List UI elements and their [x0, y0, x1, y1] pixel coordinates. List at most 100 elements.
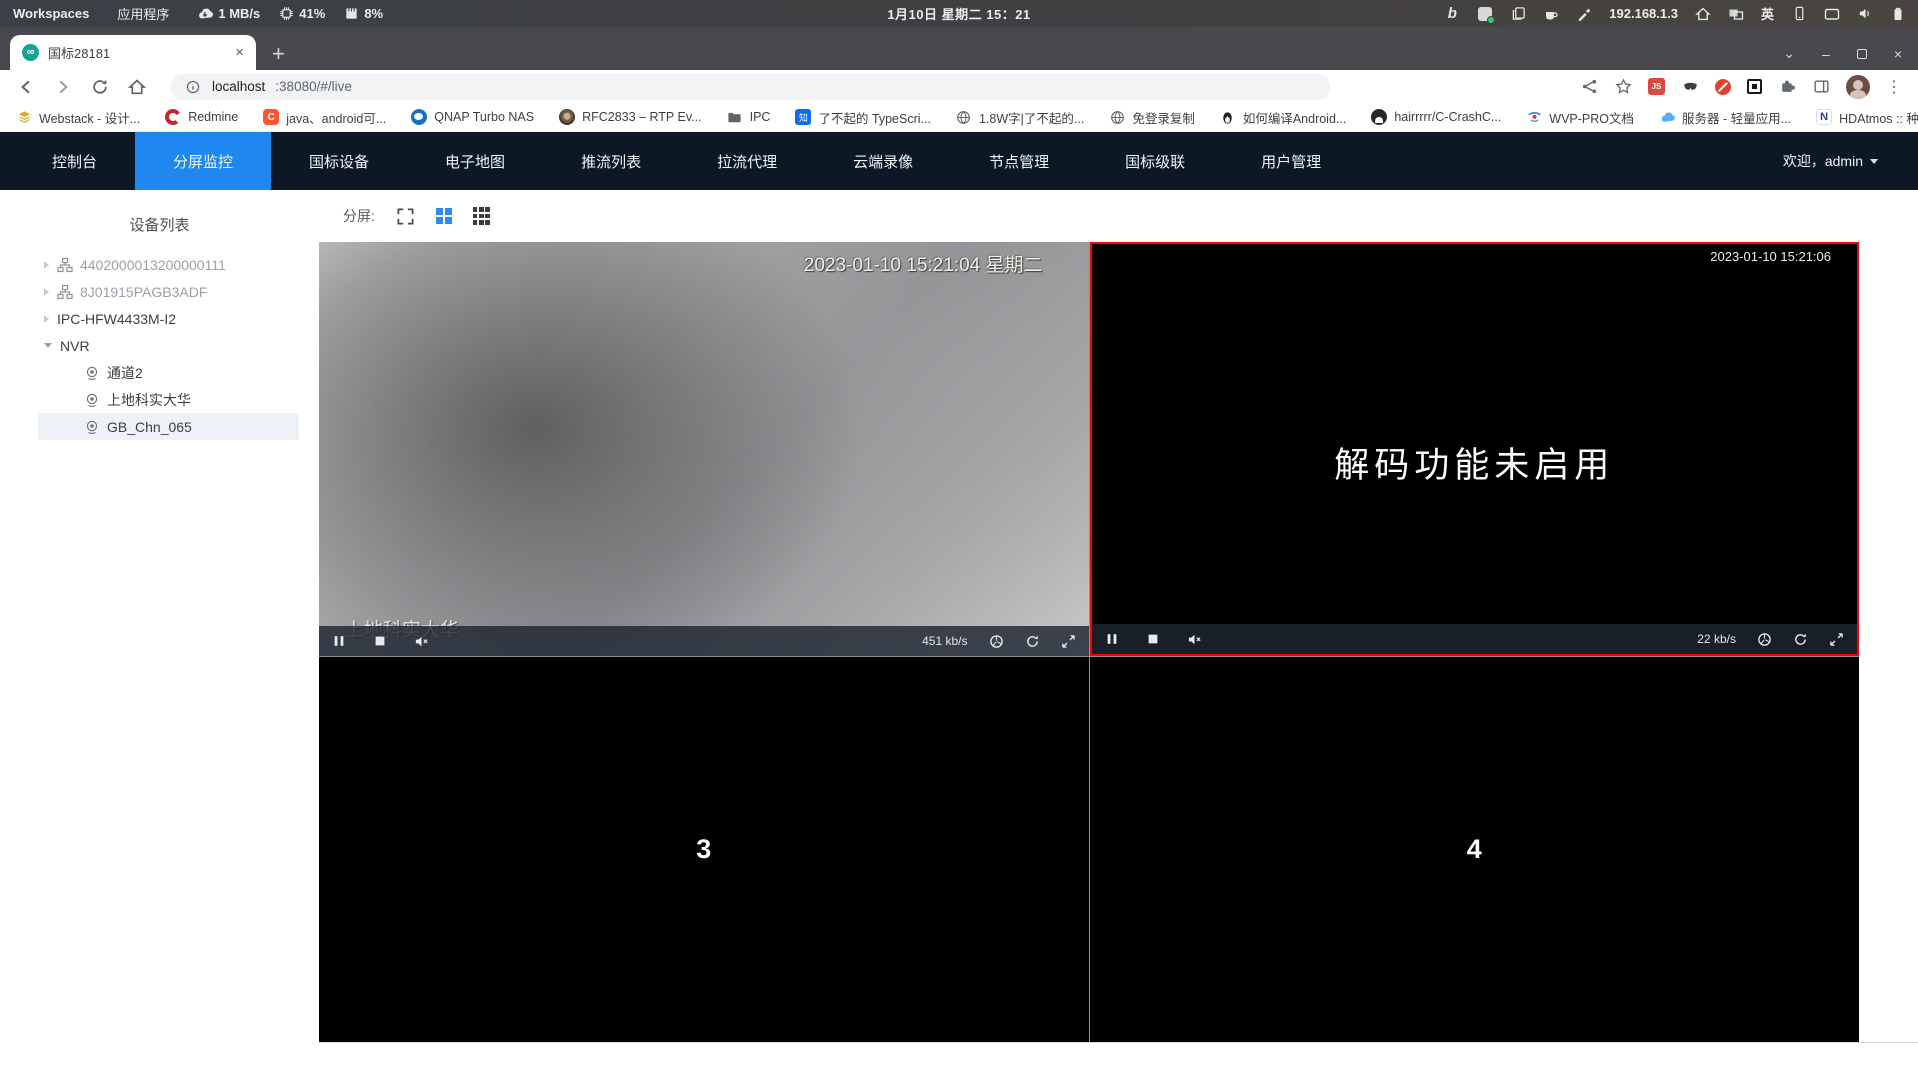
stop-icon[interactable] — [1146, 632, 1161, 647]
toolbar-right: JS ⋮ — [1580, 74, 1902, 99]
share-icon[interactable] — [1580, 78, 1598, 96]
chevron-right-icon[interactable] — [44, 314, 49, 323]
grid-2x2-icon[interactable] — [435, 208, 452, 224]
video-cell-3[interactable]: 3 — [319, 657, 1089, 1042]
tab-close-icon[interactable]: × — [235, 44, 244, 61]
tree-item-platform-1[interactable]: 4402000013200000111 — [38, 251, 299, 278]
bookmark-hdatmos[interactable]: N HDAtmos :: 种子 *... — [1816, 108, 1918, 127]
new-tab-button[interactable]: + — [272, 43, 285, 65]
nav-item-node-manage[interactable]: 节点管理 — [951, 132, 1087, 190]
minimize-button[interactable]: – — [1822, 46, 1830, 62]
bookmark-webstack[interactable]: Webstack - 设计... — [16, 108, 140, 127]
tree-item-ipc[interactable]: IPC-HFW4433M-I2 — [38, 305, 299, 332]
nav-item-gb-cascade[interactable]: 国标级联 — [1087, 132, 1223, 190]
bookmark-wvp-doc[interactable]: WVP-PRO文档 — [1526, 108, 1634, 127]
tree-item-gb-chn-065[interactable]: GB_Chn_065 — [38, 413, 299, 440]
fullscreen-icon[interactable] — [396, 207, 415, 226]
globe-icon — [1109, 109, 1125, 125]
mute-icon[interactable] — [1187, 632, 1202, 647]
chevron-right-icon[interactable] — [44, 260, 49, 269]
bookmark-rfc2833[interactable]: RFC2833 – RTP Ev... — [559, 109, 702, 125]
chevron-down-icon[interactable] — [44, 343, 52, 348]
expand-icon[interactable] — [1829, 632, 1844, 647]
nav-item-user-manage[interactable]: 用户管理 — [1223, 132, 1359, 190]
address-bar[interactable]: localhost:38080/#/live — [170, 73, 1330, 100]
display-icon[interactable] — [1824, 6, 1840, 22]
pause-icon[interactable] — [332, 634, 347, 649]
volume-icon[interactable] — [1857, 6, 1873, 22]
close-window-button[interactable]: × — [1894, 46, 1902, 62]
window-controls: ⌄ – × — [1783, 45, 1918, 70]
ip-address[interactable]: 192.168.1.3 — [1609, 6, 1678, 21]
coffee-icon[interactable] — [1543, 6, 1559, 22]
profile-avatar[interactable] — [1846, 74, 1870, 99]
chevron-right-icon[interactable] — [44, 287, 49, 296]
clipboard-icon[interactable] — [1510, 6, 1526, 22]
back-button[interactable] — [16, 77, 36, 97]
nav-item-split-screen[interactable]: 分屏监控 — [135, 132, 272, 190]
workspaces-button[interactable]: Workspaces — [13, 6, 89, 21]
snapshot-aperture-icon[interactable] — [989, 634, 1004, 649]
phone-link-icon[interactable] — [1791, 6, 1807, 22]
mute-icon[interactable] — [414, 634, 429, 649]
bookmark-label: 1.8W字|了不起的... — [978, 111, 1085, 126]
screenshot-extension-icon[interactable] — [1747, 79, 1762, 94]
home-button[interactable] — [127, 77, 147, 97]
tree-item-shangdi-camera[interactable]: 上地科实大华 — [38, 386, 299, 413]
user-menu[interactable]: 欢迎，admin — [1783, 132, 1918, 190]
grid-3x3-icon[interactable] — [472, 207, 490, 225]
bookmark-ipc-folder[interactable]: IPC — [727, 109, 770, 125]
bookmark-copy-tool[interactable]: 免登录复制 — [1109, 108, 1195, 127]
browser-menu-icon[interactable]: ⋮ — [1886, 77, 1902, 97]
tab-search-caret-icon[interactable]: ⌄ — [1783, 45, 1795, 62]
js-extension-icon[interactable]: JS — [1648, 78, 1665, 95]
stop-icon[interactable] — [373, 634, 388, 649]
maximize-button[interactable] — [1856, 48, 1867, 59]
nav-item-console[interactable]: 控制台 — [14, 132, 135, 190]
bookmark-qnap[interactable]: QNAP Turbo NAS — [411, 109, 534, 125]
nav-item-gb-devices[interactable]: 国标设备 — [271, 132, 407, 190]
bookmark-redmine[interactable]: Redmine — [165, 109, 238, 125]
video-cell-2[interactable]: 2023-01-10 15:21:06 解码功能未启用 22 kb/s — [1089, 242, 1859, 656]
mask-extension-icon[interactable] — [1681, 78, 1699, 96]
site-info-icon[interactable] — [184, 78, 202, 96]
video-cell-4[interactable]: 4 — [1089, 657, 1859, 1042]
snapshot-aperture-icon[interactable] — [1757, 632, 1772, 647]
bookmark-article1[interactable]: 1.8W字|了不起的... — [956, 108, 1084, 127]
bookmark-android-build[interactable]: 如何编译Android... — [1220, 108, 1346, 127]
adblock-extension-icon[interactable] — [1715, 78, 1731, 95]
pause-icon[interactable] — [1105, 632, 1120, 647]
refresh-icon[interactable] — [1793, 632, 1808, 647]
language-indicator[interactable]: 英 — [1761, 4, 1774, 23]
reload-button[interactable] — [90, 77, 110, 97]
home-icon[interactable] — [1695, 6, 1711, 22]
workspace-switcher-icon[interactable] — [1728, 6, 1744, 22]
bing-icon[interactable]: b — [1444, 5, 1460, 22]
tree-item-platform-2[interactable]: 8J01915PAGB3ADF — [38, 278, 299, 305]
browser-tab[interactable]: ∞ 国标28181 × — [10, 35, 256, 70]
bookmark-star-icon[interactable] — [1614, 78, 1632, 96]
side-panel-icon[interactable] — [1812, 78, 1830, 96]
memory-icon — [343, 6, 359, 22]
refresh-icon[interactable] — [1025, 634, 1040, 649]
tree-item-channel-2[interactable]: 通道2 — [38, 359, 299, 386]
tree-item-nvr[interactable]: NVR — [38, 332, 299, 359]
forward-button[interactable] — [53, 77, 73, 97]
clock[interactable]: 1月10日 星期二 15：21 — [887, 4, 1030, 23]
bookmark-github[interactable]: hairrrrr/C-CrashC... — [1371, 109, 1501, 125]
color-picker-icon[interactable] — [1576, 6, 1592, 22]
screenshot-app-icon[interactable] — [1477, 6, 1496, 24]
video-cell-1[interactable]: 2023-01-10 15:21:04 星期二 上地科实大华 451 kb/s — [319, 242, 1089, 656]
tree-item-label: NVR — [60, 337, 90, 354]
battery-icon[interactable] — [1890, 6, 1906, 22]
nav-item-pull-proxy[interactable]: 拉流代理 — [679, 132, 815, 190]
applications-menu[interactable]: 应用程序 — [117, 4, 169, 23]
bookmark-server[interactable]: 服务器 - 轻量应用... — [1659, 108, 1791, 127]
bookmark-zhihu[interactable]: 知了不起的 TypeScri... — [795, 108, 931, 127]
expand-icon[interactable] — [1061, 634, 1076, 649]
nav-item-push-list[interactable]: 推流列表 — [543, 132, 679, 190]
nav-item-cloud-record[interactable]: 云端录像 — [815, 132, 951, 190]
bookmark-csdn[interactable]: Cjava、android可... — [263, 108, 386, 127]
extensions-puzzle-icon[interactable] — [1778, 78, 1796, 96]
nav-item-map[interactable]: 电子地图 — [407, 132, 543, 190]
